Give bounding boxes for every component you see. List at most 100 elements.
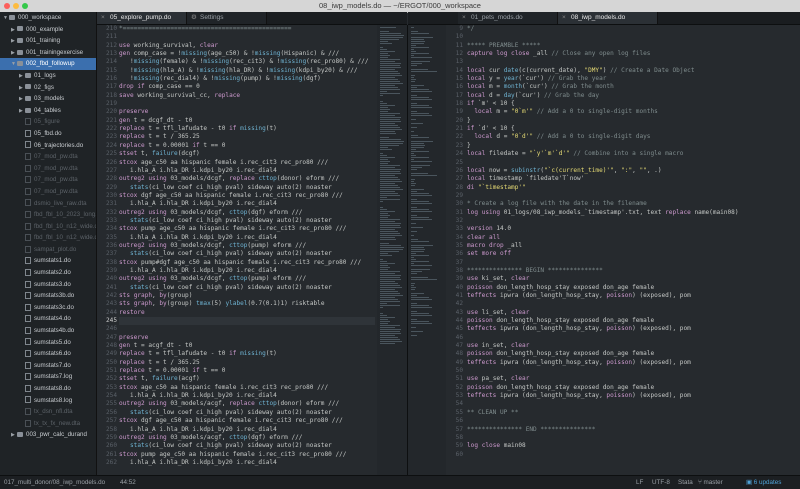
code-line[interactable]: replace t = 0.00001 if t == 0 bbox=[119, 367, 375, 375]
code-line[interactable] bbox=[467, 334, 800, 342]
code-line[interactable]: !missing(hla_A) & !missing(hla_DR) & !mi… bbox=[119, 67, 375, 75]
code-line[interactable]: outreg2 using 03_models/acgf, replace ct… bbox=[119, 400, 375, 408]
code-line[interactable]: use working_survival, clear bbox=[119, 42, 375, 50]
tree-file[interactable]: fbd_fbl_10_n12_wide.dta bbox=[0, 221, 96, 233]
code-line[interactable]: i.hla_A i.hla_DR i.kdpi_by20 i.rec_dial4 bbox=[119, 200, 375, 208]
tree-folder[interactable]: ▶ 01_logs bbox=[0, 70, 96, 82]
code-line[interactable]: set more off bbox=[467, 250, 800, 258]
tree-folder[interactable]: ▶ 000_example bbox=[0, 24, 96, 36]
code-line[interactable]: replace t = t / 365.25 bbox=[119, 359, 375, 367]
code-line[interactable]: outreg2 using 03_models/dcgf, cttop(pump… bbox=[119, 275, 375, 283]
code-line[interactable]: poisson don_length_hosp_stay exposed don… bbox=[467, 317, 800, 325]
code-line[interactable]: teffects ipwra (don_length_hosp_stay, po… bbox=[467, 292, 800, 300]
close-tab-icon[interactable]: × bbox=[101, 12, 105, 24]
left-editor[interactable]: 210 211 212 213 214 215 216 217 218 219 220 221 222 2… bbox=[97, 25, 407, 476]
tree-folder[interactable]: ▶ 001_training bbox=[0, 35, 96, 47]
code-line[interactable]: stset t, failure(dcgf) bbox=[119, 150, 375, 158]
close-tab-icon[interactable]: × bbox=[462, 12, 466, 24]
code-line[interactable] bbox=[467, 367, 800, 375]
code-line[interactable]: teffects ipwra (don_length_hosp_stay, po… bbox=[467, 359, 800, 367]
code-line[interactable]: local m = month(`cur') // Grab the month bbox=[467, 83, 800, 91]
status-file-path[interactable]: 017_multi_donor/08_iwp_models.do bbox=[4, 476, 105, 489]
code-area[interactable]: *=======================================… bbox=[119, 25, 375, 467]
code-line[interactable]: *=======================================… bbox=[119, 25, 375, 33]
tree-file[interactable]: 07_mod_pw.dta bbox=[0, 151, 96, 163]
tree-file[interactable]: 06_trajectories.do bbox=[0, 140, 96, 152]
code-line[interactable]: log using 01_logs/08_iwp_models_`timesta… bbox=[467, 209, 800, 217]
code-line[interactable]: stats(ci_low coef ci_high pval) sideway … bbox=[119, 184, 375, 192]
code-line[interactable]: !missing(female) & !missing(rec_cit3) & … bbox=[119, 58, 375, 66]
code-area[interactable]: */ ***** PREAMBLE ***** capture log close… bbox=[467, 25, 800, 459]
code-line[interactable]: use pa_set, clear bbox=[467, 375, 800, 383]
tab-05-explore-pump[interactable]: × 05_explore_pump.do bbox=[97, 12, 187, 24]
code-line[interactable]: drop if comp_case == 0 bbox=[119, 83, 375, 91]
code-line[interactable]: replace t = t / 365.25 bbox=[119, 133, 375, 141]
code-line[interactable] bbox=[467, 159, 800, 167]
code-line[interactable] bbox=[467, 417, 800, 425]
tree-file[interactable]: dsmio_live_raw.dta bbox=[0, 198, 96, 210]
tree-file[interactable]: 07_mod_pw.dta bbox=[0, 186, 96, 198]
tree-folder[interactable]: ▼ 000_workspace bbox=[0, 12, 96, 24]
status-line-ending[interactable]: LF bbox=[636, 476, 643, 489]
code-line[interactable]: outreg2 using 03_models/dcgf, replace ct… bbox=[119, 175, 375, 183]
code-line[interactable]: local timestamp `filedate'T`now' bbox=[467, 175, 800, 183]
code-line[interactable] bbox=[119, 100, 375, 108]
code-line[interactable]: *************** BEGIN *************** bbox=[467, 267, 800, 275]
code-line[interactable]: stcox dgf age_c50 aa hispanic female i.r… bbox=[119, 192, 375, 200]
code-line[interactable]: ***** PREAMBLE ***** bbox=[467, 42, 800, 50]
code-line[interactable]: gen t = acgf_dt - t0 bbox=[119, 342, 375, 350]
tree-file[interactable]: sumstats2.do bbox=[0, 267, 96, 279]
tree-folder[interactable]: ▶ 02_figs bbox=[0, 82, 96, 94]
code-line[interactable]: ** CLEAN UP ** bbox=[467, 409, 800, 417]
code-line[interactable]: outreg2 using 03_models/dcgf, cttop(dgf)… bbox=[119, 209, 375, 217]
tab-01-pets-mods[interactable]: × 01_pets_mods.do bbox=[458, 12, 558, 24]
code-line[interactable]: replace t = tfl_lafudate - t0 if missing… bbox=[119, 350, 375, 358]
code-line[interactable] bbox=[467, 300, 800, 308]
tree-file[interactable]: 05_fbd.do bbox=[0, 128, 96, 140]
code-line[interactable]: i.hla_A i.hla_DR i.kdpi_by20 i.rec_dial4 bbox=[119, 267, 375, 275]
minimap[interactable] bbox=[377, 25, 407, 476]
code-line[interactable]: restore bbox=[119, 309, 375, 317]
tree-file[interactable]: sumstats4b.do bbox=[0, 325, 96, 337]
code-line[interactable]: i.hla_A i.hla_DR i.kdpi_by20 i.rec_dial4 bbox=[119, 234, 375, 242]
tree-folder[interactable]: ▶ 04_tables bbox=[0, 105, 96, 117]
code-line[interactable]: stcox pump#dgf age_c50 aa hispanic femal… bbox=[119, 259, 375, 267]
code-line[interactable]: clear all bbox=[467, 234, 800, 242]
code-line[interactable]: } bbox=[467, 117, 800, 125]
tree-file[interactable]: sampat_plot.do bbox=[0, 244, 96, 256]
code-line[interactable]: i.hla_A i.hla_DR i.kdpi_by20 i.rec_dial4 bbox=[119, 459, 375, 467]
code-line[interactable]: teffects ipwra (don_length_hosp_stay, po… bbox=[467, 392, 800, 400]
code-line[interactable]: gen t = dcgf_dt - t0 bbox=[119, 117, 375, 125]
tree-file[interactable]: sumstats7.do bbox=[0, 360, 96, 372]
code-line[interactable] bbox=[467, 192, 800, 200]
code-line[interactable]: use ki_set, clear bbox=[467, 275, 800, 283]
tree-file[interactable]: 05_figure bbox=[0, 116, 96, 128]
code-line[interactable]: local d = "0`d'" // Add a 0 to single-di… bbox=[467, 133, 800, 141]
code-line[interactable]: i.hla_A i.hla_DR i.kdpi_by20 i.rec_dial4 bbox=[119, 167, 375, 175]
code-line[interactable]: poisson don_length_hosp_stay exposed don… bbox=[467, 384, 800, 392]
code-line[interactable]: replace t = tfl_lafudate - t0 if missing… bbox=[119, 125, 375, 133]
code-line[interactable]: stats(ci_low coef ci_high pval) sideway … bbox=[119, 217, 375, 225]
tree-folder[interactable]: ▶ 001_trainingexercise bbox=[0, 47, 96, 59]
code-line[interactable]: *************** END *************** bbox=[467, 426, 800, 434]
code-line[interactable] bbox=[119, 317, 375, 326]
code-line[interactable]: gen comp_case = !missing(age_c50) & !mis… bbox=[119, 50, 375, 58]
code-line[interactable]: stcox pump age_c50 aa hispanic female i.… bbox=[119, 225, 375, 233]
code-line[interactable] bbox=[467, 434, 800, 442]
code-line[interactable] bbox=[467, 58, 800, 66]
code-line[interactable]: local filedate = "`y'`m'`d'" // Combine … bbox=[467, 150, 800, 158]
code-line[interactable]: poisson don_length_hosp_stay exposed don… bbox=[467, 350, 800, 358]
tree-file[interactable]: sumstats8.do bbox=[0, 383, 96, 395]
minimap[interactable] bbox=[408, 25, 446, 476]
code-line[interactable]: i.hla_A i.hla_DR i.kdpi_by20 i.rec_dial4 bbox=[119, 426, 375, 434]
code-line[interactable] bbox=[467, 33, 800, 41]
code-line[interactable]: local cur date(c(current_date), "DMY") /… bbox=[467, 67, 800, 75]
code-line[interactable]: version 14.0 bbox=[467, 225, 800, 233]
code-line[interactable] bbox=[467, 259, 800, 267]
code-line[interactable]: preserve bbox=[119, 108, 375, 116]
code-line[interactable]: di "`timestamp'" bbox=[467, 184, 800, 192]
code-line[interactable]: save working_survival_cc, replace bbox=[119, 92, 375, 100]
status-encoding[interactable]: UTF-8 bbox=[652, 476, 670, 489]
code-line[interactable] bbox=[119, 33, 375, 41]
code-line[interactable] bbox=[467, 217, 800, 225]
